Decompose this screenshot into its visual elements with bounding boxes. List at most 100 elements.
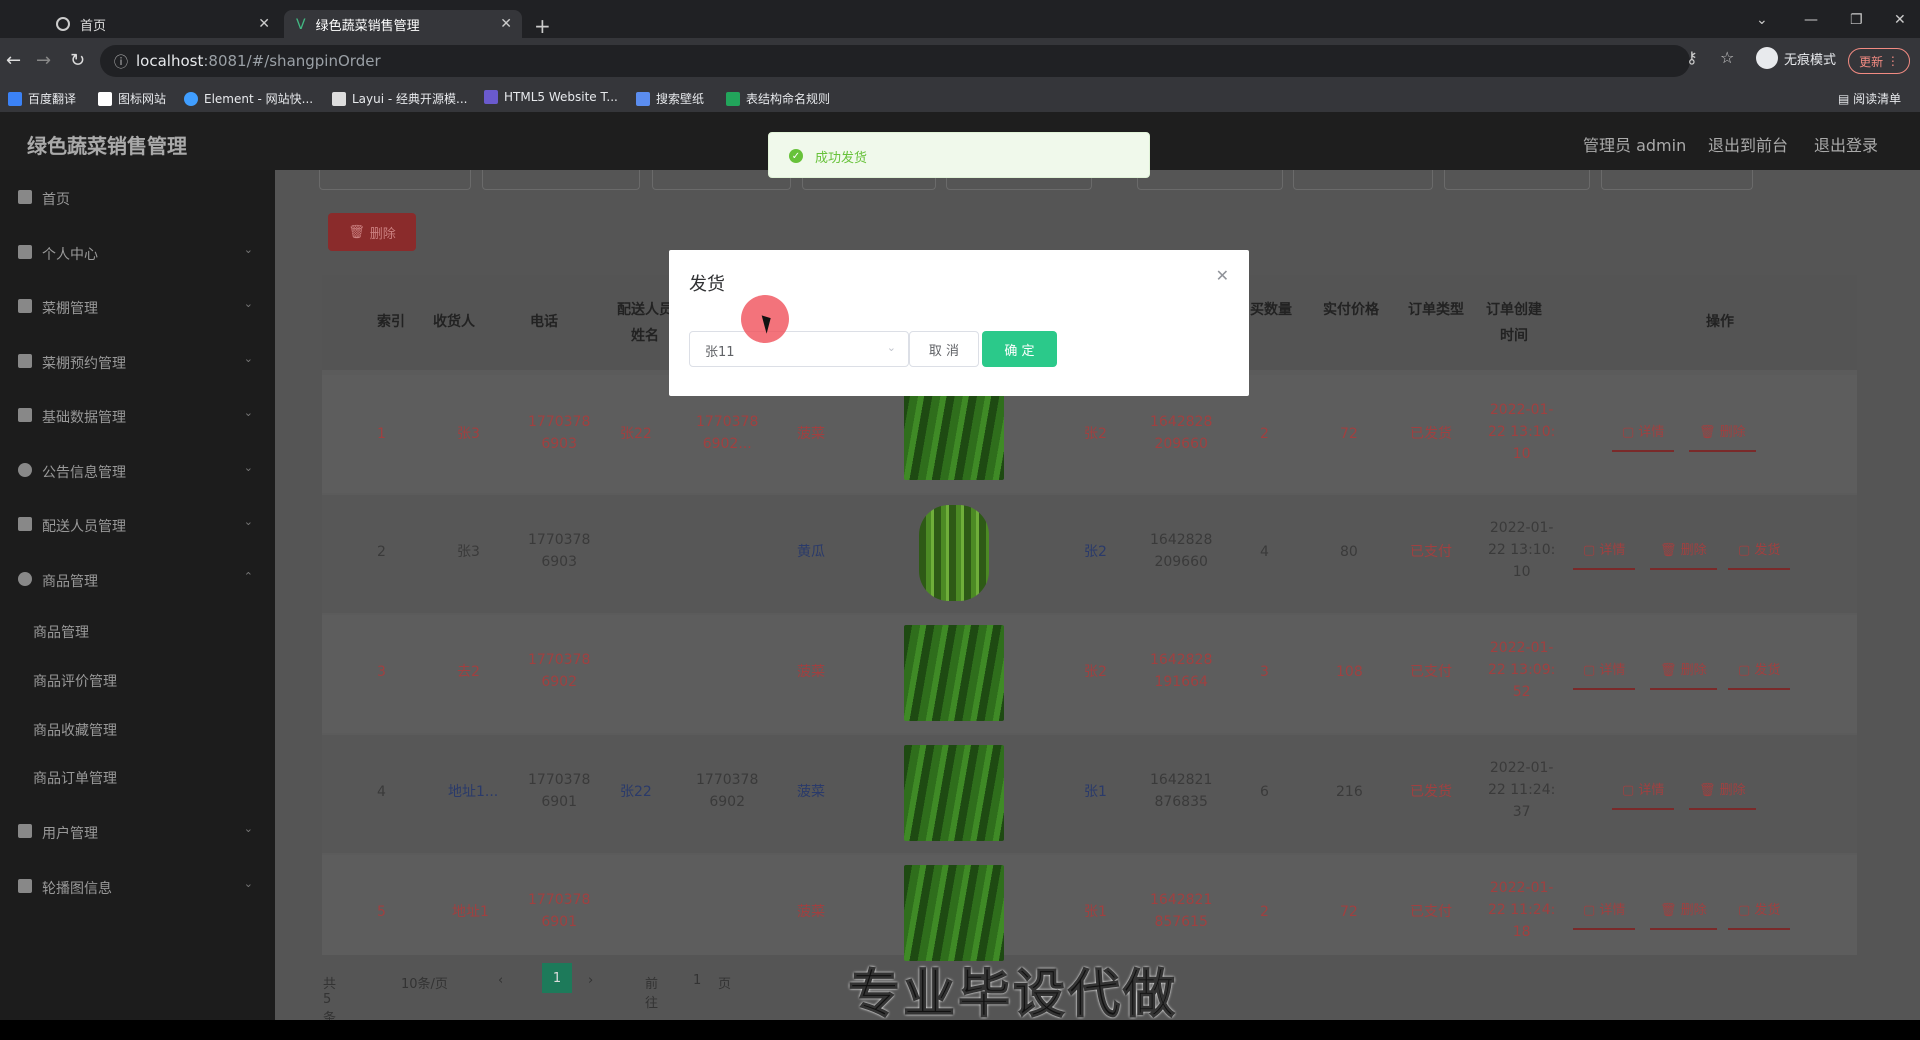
sidebar-item-notice[interactable]: 公告信息管理 ⌄	[0, 451, 275, 491]
detail-button[interactable]: ▢ 详情	[1573, 539, 1636, 570]
sidebar-item-profile[interactable]: 个人中心 ⌄	[0, 233, 275, 273]
address-bar[interactable]: ⓘ localhost:8081/#/shangpinOrder	[100, 45, 1690, 77]
browser-tab-bar: 首页 ✕ V 绿色蔬菜销售管理 ✕ + ⌄ — ❐ ✕	[0, 0, 1920, 38]
sidebar-subitem-favorite[interactable]: 商品收藏管理	[33, 720, 117, 740]
cell-price: 72	[1340, 426, 1358, 442]
batch-delete-button[interactable]: 🗑 删除	[328, 213, 416, 251]
cell-qty: 4	[1260, 544, 1269, 560]
sidebar-item-booking[interactable]: 菜棚预约管理 ⌄	[0, 342, 275, 382]
page-size-select[interactable]: 10条/页	[401, 973, 448, 992]
close-icon[interactable]: ✕	[1216, 266, 1229, 285]
window-close-icon[interactable]: ✕	[1894, 12, 1906, 28]
detail-button[interactable]: ▢ 详情	[1612, 421, 1675, 452]
sidebar-subitem-order[interactable]: 商品订单管理	[33, 768, 117, 788]
cell-index: 5	[377, 904, 386, 920]
cell-order-no: 1642828 209660	[1150, 414, 1213, 452]
ship-button[interactable]: ▢ 发货	[1728, 539, 1791, 570]
col-header[interactable]: 实付价格	[1323, 297, 1379, 323]
delete-button[interactable]: 🗑 删除	[1650, 659, 1717, 690]
col-header[interactable]: 电话	[530, 309, 558, 335]
sidebar-item-home[interactable]: 首页	[0, 178, 275, 218]
key-icon[interactable]: ⚷	[1686, 48, 1698, 67]
reload-icon[interactable]: ↻	[70, 50, 85, 71]
sidebar-item-greenhouse[interactable]: 菜棚管理 ⌄	[0, 287, 275, 327]
close-icon[interactable]: ✕	[258, 16, 270, 32]
toast-message: 成功发货	[815, 151, 868, 166]
bookmark-item[interactable]: 搜索壁纸	[636, 90, 704, 107]
confirm-button[interactable]: 确 定	[982, 331, 1057, 367]
sidebar-item-user[interactable]: 用户管理 ⌄	[0, 812, 275, 852]
doc-icon: ▢	[1583, 663, 1600, 678]
bookmark-item[interactable]: Layui - 经典开源模...	[332, 90, 467, 107]
restore-icon[interactable]: ❐	[1850, 12, 1863, 28]
ship-button[interactable]: ▢ 发货	[1728, 659, 1791, 690]
trash-icon: 🗑	[1699, 783, 1720, 798]
cancel-button[interactable]: 取 消	[909, 331, 979, 367]
col-header[interactable]: 索引	[377, 309, 405, 335]
next-page-icon[interactable]: ›	[588, 973, 593, 988]
tab-search-icon[interactable]: ⌄	[1756, 12, 1768, 28]
sidebar-subitem-review[interactable]: 商品评价管理	[33, 671, 117, 691]
browser-tab-app[interactable]: V 绿色蔬菜销售管理 ✕	[284, 10, 522, 38]
delete-label: 删除	[369, 226, 396, 242]
sidebar-item-carousel[interactable]: 轮播图信息 ⌄	[0, 867, 275, 907]
sidebar-item-label: 菜棚预约管理	[42, 356, 126, 372]
col-header[interactable]: 收货人	[433, 309, 475, 335]
delete-button[interactable]: 🗑 删除	[1689, 421, 1756, 452]
delete-button[interactable]: 🗑 删除	[1650, 899, 1717, 930]
goto-input[interactable]: 1	[693, 973, 701, 988]
browser-tab-home[interactable]: 首页 ✕	[44, 10, 280, 38]
search-input[interactable]	[1444, 170, 1590, 190]
logout-link[interactable]: 退出登录	[1814, 132, 1878, 156]
search-input[interactable]	[482, 170, 640, 190]
sidebar-item-product[interactable]: 商品管理 ⌃	[0, 560, 275, 600]
sidebar-subitem-product[interactable]: 商品管理	[33, 622, 89, 642]
incognito-indicator[interactable]: 无痕模式	[1756, 47, 1836, 69]
forward-icon[interactable]: →	[36, 50, 51, 71]
prev-page-icon[interactable]: ‹	[498, 973, 503, 988]
search-input[interactable]	[319, 170, 471, 190]
goto-frontend-link[interactable]: 退出到前台	[1708, 132, 1788, 156]
bookmark-item[interactable]: 表结构命名规则	[726, 90, 830, 107]
minimize-icon[interactable]: —	[1804, 12, 1818, 28]
detail-button[interactable]: ▢ 详情	[1573, 899, 1636, 930]
col-header[interactable]: 订单类型	[1408, 297, 1464, 323]
reading-list-icon: ▤	[1838, 92, 1854, 106]
ship-icon: ▢	[1738, 543, 1755, 558]
search-input[interactable]	[1137, 170, 1283, 190]
delete-button[interactable]: 🗑 删除	[1689, 779, 1756, 810]
ship-button[interactable]: ▢ 发货	[1728, 899, 1791, 930]
bookmark-item[interactable]: Element - 网站快...	[184, 90, 313, 107]
info-icon[interactable]: ⓘ	[114, 52, 128, 72]
new-tab-icon[interactable]: +	[534, 14, 551, 38]
reading-list[interactable]: ▤ 阅读清单	[1838, 90, 1901, 107]
page-number[interactable]: 1	[542, 963, 572, 993]
close-icon[interactable]: ✕	[500, 16, 512, 32]
bookmark-item[interactable]: HTML5 Website T...	[484, 90, 618, 104]
bookmark-item[interactable]: 图标网站	[98, 90, 166, 107]
incognito-label: 无痕模式	[1784, 52, 1837, 68]
delete-button[interactable]: 🗑 删除	[1650, 539, 1717, 570]
col-header[interactable]: 订单创建 时间	[1486, 297, 1542, 349]
bookmark-star-icon[interactable]: ☆	[1720, 48, 1734, 67]
update-label: 更新	[1859, 54, 1884, 69]
col-header[interactable]: 买数量	[1250, 297, 1292, 323]
goto-label: 前往	[645, 977, 659, 1011]
search-input[interactable]	[1293, 170, 1433, 190]
back-icon[interactable]: ←	[6, 50, 21, 71]
detail-button[interactable]: ▢ 详情	[1612, 779, 1675, 810]
sidebar-item-courier[interactable]: 配送人员管理 ⌄	[0, 505, 275, 545]
detail-button[interactable]: ▢ 详情	[1573, 659, 1636, 690]
user-icon	[18, 245, 32, 259]
bookmark-item[interactable]: 百度翻译	[8, 90, 76, 107]
cell-product: 黄瓜	[797, 544, 825, 560]
wallpaper-icon	[636, 91, 650, 106]
cell-receiver: 去2	[457, 664, 480, 680]
chevron-down-icon: ⌄	[243, 406, 253, 419]
sidebar-item-label: 配送人员管理	[42, 519, 126, 535]
update-button[interactable]: 更新 ⋮	[1848, 48, 1910, 74]
cell-buyer: 张1	[1084, 904, 1107, 920]
search-input[interactable]	[1601, 170, 1753, 190]
sidebar-item-basedata[interactable]: 基础数据管理 ⌄	[0, 396, 275, 436]
courier-select[interactable]: 张11 ⌄	[689, 331, 909, 367]
